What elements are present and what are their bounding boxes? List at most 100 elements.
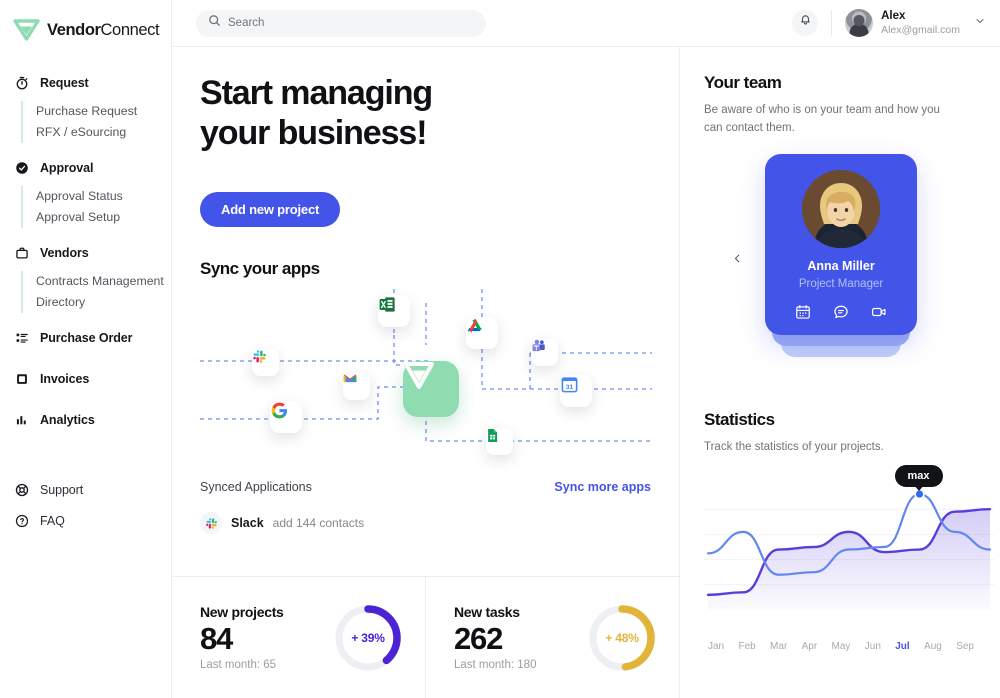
team-member-card[interactable]: Anna Miller Project Manager [765, 153, 917, 335]
user-email: Alex@gmail.com [881, 23, 960, 36]
chart-x-tick: Aug [924, 641, 942, 653]
stat-value: 262 [454, 621, 503, 657]
video-icon[interactable] [871, 304, 887, 320]
bar-chart-icon [14, 413, 29, 428]
search-input[interactable] [228, 17, 474, 29]
microsoft-teams-node[interactable] [531, 339, 558, 367]
hero-line-2: your business! [200, 114, 428, 153]
stopwatch-icon [14, 76, 29, 91]
team-carousel: Anna Miller Project Manager [704, 153, 978, 382]
sidebar-item-faq[interactable]: FAQ [0, 509, 171, 533]
sidebar-subitem-approval-setup[interactable]: Approval Setup [36, 207, 171, 228]
stat-info: New projects 84 Last month: 65 [200, 604, 284, 671]
synced-app-list-item[interactable]: Slack add 144 contacts [200, 512, 651, 535]
sidebar-subitem-directory[interactable]: Directory [36, 292, 171, 313]
brand[interactable]: VendorConnect [0, 0, 171, 47]
sidebar-item-label: Analytics [40, 413, 95, 427]
stat-title: New tasks [454, 604, 520, 621]
google-drive-icon [467, 319, 482, 333]
search-box[interactable] [196, 9, 486, 37]
sidebar-item-approval[interactable]: Approval [0, 156, 171, 180]
team-member-photo [802, 169, 880, 248]
topbar-divider [831, 10, 833, 36]
google-node[interactable] [270, 401, 302, 434]
statistics-description: Track the statistics of your projects. [704, 440, 884, 453]
center-pane: Start managing your business! Add new pr… [172, 47, 680, 698]
brand-rest: Connect [100, 20, 160, 39]
lifebuoy-icon [14, 483, 29, 498]
stat-percent: + 48% [605, 630, 639, 645]
slack-node[interactable] [252, 349, 279, 377]
google-calendar-node[interactable]: 31 [560, 375, 592, 408]
sidebar-item-label: Approval [40, 161, 94, 175]
app-sync-diagram: 31 [200, 289, 652, 474]
brand-text: VendorConnect [47, 20, 160, 40]
chart-x-tick: Feb [738, 641, 756, 653]
calendar-icon[interactable] [795, 304, 811, 320]
chart-max-tooltip: max [894, 464, 943, 487]
stat-subtext: Last month: 65 [200, 658, 277, 671]
avatar[interactable] [845, 9, 874, 37]
excel-node[interactable] [378, 295, 410, 328]
progress-ring-new-tasks: + 48% [587, 603, 657, 673]
google-calendar-icon: 31 [561, 377, 578, 393]
chart-x-tick: Jun [864, 641, 881, 653]
chat-icon[interactable] [833, 304, 849, 320]
subnav-request: Purchase Request RFX / eSourcing [21, 101, 171, 143]
sidebar-item-invoices[interactable]: Invoices [0, 367, 171, 391]
content-area: Alex Alex@gmail.com Start managing your … [172, 0, 1000, 698]
page-title: Start managing your business! [200, 73, 651, 153]
add-new-project-button[interactable]: Add new project [200, 192, 341, 228]
google-sheets-node[interactable] [486, 428, 513, 456]
center-scroll: Start managing your business! Add new pr… [172, 47, 679, 576]
stat-value: 84 [200, 621, 233, 657]
chevron-left-icon[interactable] [728, 250, 746, 268]
user-name: Alex [881, 10, 906, 23]
nav-group-approval: Approval Approval Status Approval Setup [0, 156, 171, 228]
stat-percent: + 39% [351, 630, 385, 645]
sidebar-subitem-contracts-management[interactable]: Contracts Management [36, 271, 171, 292]
chart-canvas [704, 489, 994, 611]
progress-ring-new-projects: + 39% [333, 603, 403, 673]
right-pane: Your team Be aware of who is on your tea… [680, 47, 1000, 698]
google-drive-node[interactable] [466, 317, 498, 350]
google-icon [271, 402, 288, 419]
synced-app-detail: add 144 contacts [272, 516, 365, 531]
chart-x-tick: Jan [708, 641, 725, 653]
microsoft-teams-icon [532, 339, 545, 352]
check-circle-icon [14, 161, 29, 176]
body-split: Start managing your business! Add new pr… [172, 47, 1000, 698]
invoice-icon [14, 372, 29, 387]
your-team-description: Be aware of who is on your team and how … [704, 104, 940, 134]
google-sheets-icon [488, 429, 498, 443]
team-member-role: Project Manager [798, 277, 884, 290]
sidebar-item-support[interactable]: Support [0, 478, 171, 502]
sidebar-item-analytics[interactable]: Analytics [0, 408, 171, 432]
chart-x-tick: Sep [956, 641, 974, 653]
sidebar-item-purchase-order[interactable]: Purchase Order [0, 326, 171, 350]
sidebar-item-label: Invoices [40, 372, 90, 386]
sidebar-item-vendors[interactable]: Vendors [0, 241, 171, 265]
sidebar-subitem-purchase-request[interactable]: Purchase Request [36, 101, 171, 122]
sidebar-item-request[interactable]: Request [0, 71, 171, 95]
sync-more-apps-link[interactable]: Sync more apps [554, 480, 651, 494]
sidebar-subitem-approval-status[interactable]: Approval Status [36, 186, 171, 207]
list-icon [14, 331, 29, 346]
chevron-down-icon[interactable] [974, 14, 986, 32]
vendor-triangle-logo-icon [13, 18, 40, 42]
nav-group-request: Request Purchase Request RFX / eSourcing [0, 71, 171, 143]
user-menu[interactable]: Alex Alex@gmail.com [881, 9, 960, 37]
sidebar-subitem-rfx-esourcing[interactable]: RFX / eSourcing [36, 122, 171, 143]
chart-x-tick: Mar [770, 641, 788, 653]
sidebar-item-label: Request [40, 76, 89, 90]
excel-icon [379, 297, 395, 312]
notifications-button[interactable] [792, 10, 819, 36]
nav-group-vendors: Vendors Contracts Management Directory [0, 241, 171, 313]
briefcase-icon [14, 246, 29, 261]
team-member-actions [795, 304, 887, 320]
gmail-icon [343, 374, 357, 383]
slack-icon [200, 512, 222, 535]
brand-bold: Vendor [47, 20, 101, 39]
vendorconnect-hub-icon [403, 361, 459, 418]
gmail-node[interactable] [343, 373, 370, 401]
